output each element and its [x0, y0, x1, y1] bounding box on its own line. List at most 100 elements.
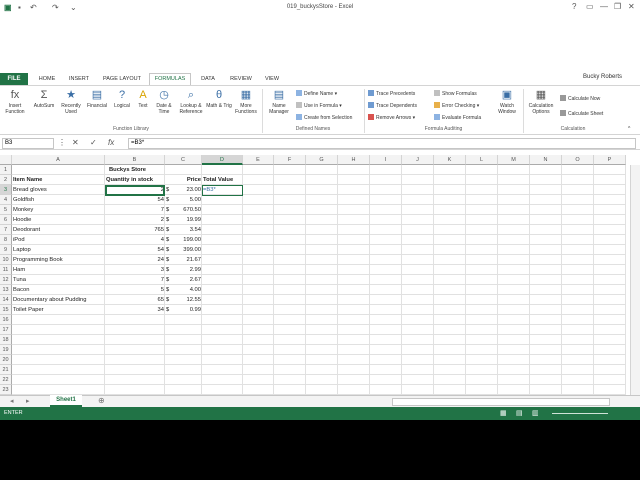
column-header[interactable]: F — [274, 155, 306, 165]
grid-cell[interactable] — [562, 325, 594, 335]
calculate-sheet-button[interactable]: Calculate Sheet — [560, 110, 603, 117]
grid-cell[interactable] — [434, 315, 466, 325]
grid-cell[interactable] — [434, 185, 466, 195]
item-name-cell[interactable]: Programming Book — [12, 255, 105, 265]
watch-window-button[interactable]: ▣ Watch Window — [494, 88, 520, 115]
grid-cell[interactable] — [466, 205, 498, 215]
grid-cell[interactable] — [530, 255, 562, 265]
row-header[interactable]: 7 — [0, 225, 12, 235]
grid-cell[interactable] — [562, 315, 594, 325]
grid-cell[interactable] — [306, 335, 338, 345]
grid-cell[interactable] — [202, 355, 243, 365]
grid-cell[interactable] — [12, 375, 105, 385]
grid-cell[interactable] — [274, 245, 306, 255]
grid-cell[interactable] — [338, 195, 370, 205]
tab-insert[interactable]: INSERT — [64, 74, 94, 85]
grid-cell[interactable] — [274, 315, 306, 325]
grid-cell[interactable] — [370, 165, 402, 175]
grid-cell[interactable] — [202, 215, 243, 225]
grid-cell[interactable] — [202, 315, 243, 325]
grid-cell[interactable] — [243, 385, 274, 395]
grid-cell[interactable] — [562, 295, 594, 305]
grid-cell[interactable] — [466, 355, 498, 365]
grid-cell[interactable] — [274, 195, 306, 205]
grid-cell[interactable] — [274, 175, 306, 185]
tab-file[interactable]: FILE — [0, 73, 28, 85]
column-header[interactable]: A — [12, 155, 105, 165]
grid-cell[interactable] — [466, 315, 498, 325]
grid-cell[interactable] — [498, 235, 530, 245]
header-total-value[interactable]: Total Value — [202, 175, 243, 185]
item-name-cell[interactable]: Bacon — [12, 285, 105, 295]
item-name-cell[interactable]: Laptop — [12, 245, 105, 255]
close-button[interactable]: ✕ — [628, 2, 635, 11]
quantity-cell[interactable]: 7 — [105, 205, 165, 215]
grid-cell[interactable] — [594, 335, 626, 345]
quantity-cell[interactable]: 765 — [105, 225, 165, 235]
grid-cell[interactable] — [466, 285, 498, 295]
grid-cell[interactable] — [12, 315, 105, 325]
grid-cell[interactable] — [306, 385, 338, 395]
more-functions-button[interactable]: ▦ More Functions — [232, 88, 260, 115]
row-header[interactable]: 20 — [0, 355, 12, 365]
grid-cell[interactable] — [498, 255, 530, 265]
define-name-button[interactable]: Define Name ▾ — [296, 90, 337, 97]
grid-cell[interactable] — [165, 355, 202, 365]
collapse-ribbon-icon[interactable]: ^ — [628, 126, 630, 132]
grid-cell[interactable] — [338, 175, 370, 185]
grid-cell[interactable] — [434, 335, 466, 345]
grid-cell[interactable] — [498, 365, 530, 375]
grid-cell[interactable] — [338, 225, 370, 235]
trace-precedents-button[interactable]: Trace Precedents — [368, 90, 415, 97]
grid-cell[interactable] — [165, 315, 202, 325]
grid-cell[interactable] — [202, 235, 243, 245]
column-header[interactable]: D — [202, 155, 243, 165]
grid-cell[interactable] — [338, 255, 370, 265]
grid-cell[interactable] — [338, 355, 370, 365]
grid-cell[interactable] — [105, 345, 165, 355]
grid-cell[interactable] — [243, 215, 274, 225]
grid-cell[interactable] — [274, 225, 306, 235]
grid-cell[interactable] — [202, 295, 243, 305]
grid-cell[interactable] — [105, 355, 165, 365]
grid-cell[interactable] — [402, 205, 434, 215]
quantity-cell[interactable]: 2 — [105, 215, 165, 225]
grid-cell[interactable] — [466, 325, 498, 335]
grid-cell[interactable] — [370, 365, 402, 375]
grid-cell[interactable] — [202, 195, 243, 205]
quantity-cell[interactable]: 54 — [105, 195, 165, 205]
grid-cell[interactable] — [12, 325, 105, 335]
grid-cell[interactable] — [594, 245, 626, 255]
header-quantity[interactable]: Quantity in stock — [105, 175, 165, 185]
grid-cell[interactable] — [274, 385, 306, 395]
grid-cell[interactable] — [530, 265, 562, 275]
tab-data[interactable]: DATA — [195, 74, 221, 85]
price-cell[interactable]: 399.00 — [165, 245, 202, 255]
grid-cell[interactable] — [498, 195, 530, 205]
grid-cell[interactable] — [594, 385, 626, 395]
grid-cell[interactable] — [594, 305, 626, 315]
grid-cell[interactable] — [243, 305, 274, 315]
grid-cell[interactable] — [243, 185, 274, 195]
grid-cell[interactable] — [402, 335, 434, 345]
grid-cell[interactable] — [562, 195, 594, 205]
minimize-button[interactable]: — — [600, 2, 608, 11]
grid-cell[interactable] — [594, 295, 626, 305]
grid-cell[interactable] — [338, 375, 370, 385]
price-cell[interactable]: 2.67 — [165, 275, 202, 285]
row-header[interactable]: 14 — [0, 295, 12, 305]
grid-cell[interactable] — [306, 295, 338, 305]
grid-cell[interactable] — [165, 345, 202, 355]
grid-cell[interactable] — [402, 235, 434, 245]
select-all-corner[interactable] — [0, 155, 12, 165]
grid-cell[interactable] — [306, 355, 338, 365]
grid-cell[interactable] — [243, 355, 274, 365]
grid-cell[interactable] — [12, 345, 105, 355]
grid-cell[interactable] — [498, 375, 530, 385]
grid-cell[interactable] — [498, 295, 530, 305]
grid-cell[interactable] — [594, 285, 626, 295]
item-name-cell[interactable]: Tuna — [12, 275, 105, 285]
grid-cell[interactable] — [594, 185, 626, 195]
grid-cell[interactable] — [306, 265, 338, 275]
grid-cell[interactable] — [274, 235, 306, 245]
